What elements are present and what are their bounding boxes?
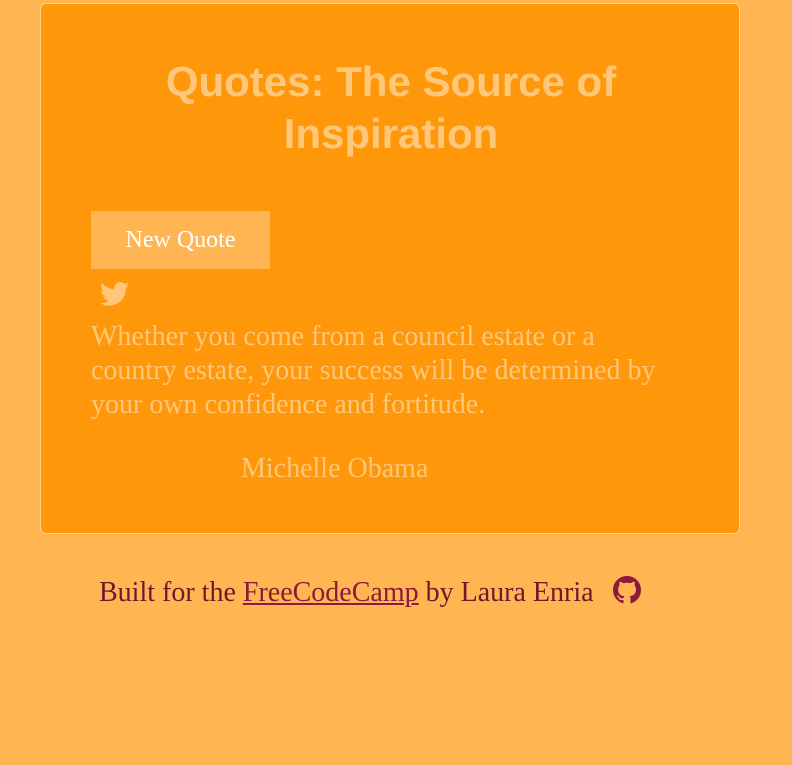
page-title: Quotes: The Source of Inspiration [165,58,617,157]
footer: Built for the FreeCodeCamp by Laura Enri… [99,575,641,611]
twitter-icon[interactable] [100,281,129,307]
github-icon[interactable] [612,576,641,604]
new-quote-button[interactable]: New Quote [91,211,270,269]
quote-text: Whether you come from a council estate o… [91,321,656,420]
footer-suffix: by Laura Enria [425,577,594,608]
freecodecamp-link[interactable]: FreeCodeCamp [243,577,419,608]
footer-prefix: Built for the [99,577,236,608]
quote-author: Michelle Obama [241,453,429,484]
quote-card: Quotes: The Source of Inspiration New Qu… [40,3,740,534]
